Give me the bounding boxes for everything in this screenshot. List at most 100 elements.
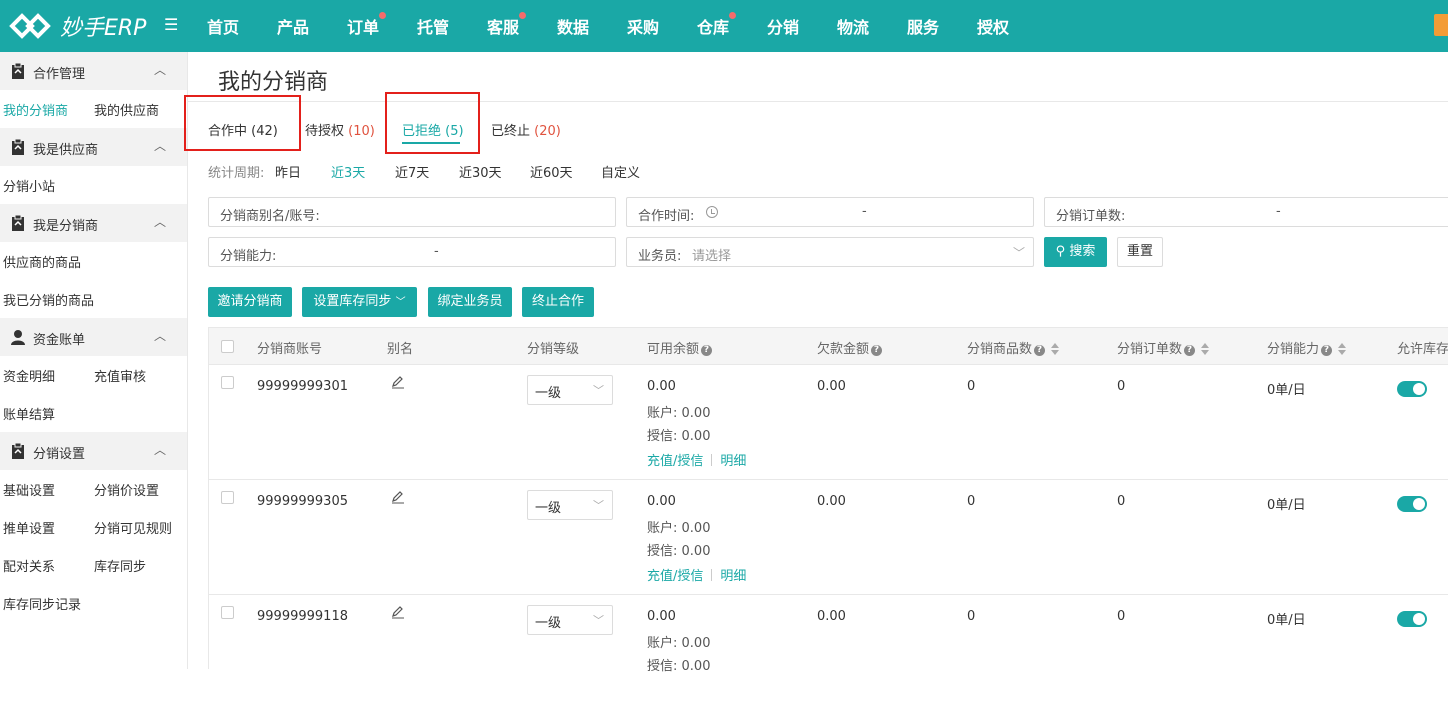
nav-data[interactable]: 数据 xyxy=(557,14,589,38)
sidebar-group-settings[interactable]: 分销设置 ︿ xyxy=(0,432,187,470)
account-cell: 99999999305 xyxy=(257,494,348,509)
allow-stock-toggle[interactable] xyxy=(1397,496,1427,512)
order-count-field[interactable]: 分销订单数: - xyxy=(1044,197,1448,227)
account-balance-line: 账户: 0.00 xyxy=(647,632,710,651)
edit-icon[interactable] xyxy=(391,490,405,504)
nav-products[interactable]: 产品 xyxy=(277,14,309,38)
period-custom[interactable]: 自定义 xyxy=(601,162,640,181)
sidebar-item-supplier-products[interactable]: 供应商的商品 xyxy=(3,252,81,271)
sidebar-item-recharge-review[interactable]: 充值审核 xyxy=(94,366,146,385)
sidebar-item-price-settings[interactable]: 分销价设置 xyxy=(94,480,159,499)
tab-pending[interactable]: 待授权 (10) xyxy=(305,120,375,139)
chevron-down-icon: ﹀ xyxy=(593,614,604,627)
help-icon[interactable]: ? xyxy=(701,345,713,356)
logo[interactable]: 妙手ERP xyxy=(8,8,146,44)
logo-icon xyxy=(9,13,51,39)
sort-icon[interactable] xyxy=(1201,343,1210,355)
nav-distribution[interactable]: 分销 xyxy=(767,14,799,38)
nav-warehouse-label: 仓库 xyxy=(697,18,730,37)
col-level: 分销等级 xyxy=(527,342,580,357)
credit-value: 0.00 xyxy=(681,544,711,559)
help-icon[interactable]: ? xyxy=(1034,345,1046,356)
reset-button[interactable]: 重置 xyxy=(1117,237,1163,267)
sidebar-group-funds[interactable]: 资金账单 ︿ xyxy=(0,318,187,356)
period-7days[interactable]: 近7天 xyxy=(395,162,429,181)
row-checkbox[interactable] xyxy=(221,606,234,619)
help-icon[interactable]: ? xyxy=(871,345,883,356)
period-yesterday[interactable]: 昨日 xyxy=(275,162,301,181)
sidebar-item-distribution-site[interactable]: 分销小站 xyxy=(3,176,55,195)
col-orders-label: 分销订单数 xyxy=(1117,342,1183,357)
sidebar-item-fund-details[interactable]: 资金明细 xyxy=(3,366,55,385)
account-value: 0.00 xyxy=(681,636,711,651)
sort-icon[interactable] xyxy=(1051,343,1060,355)
recharge-link[interactable]: 充值/授信 xyxy=(647,454,703,469)
level-select[interactable]: 一级 ﹀ xyxy=(527,490,613,520)
stock-sync-button[interactable]: 设置库存同步 ﹀ xyxy=(302,287,417,317)
nav-orders[interactable]: 订单 xyxy=(347,12,387,38)
tab-count: (10) xyxy=(348,124,375,139)
level-select[interactable]: 一级 ﹀ xyxy=(527,605,613,635)
col-orders[interactable]: 分销订单数? xyxy=(1117,338,1210,357)
row-checkbox[interactable] xyxy=(221,491,234,504)
sidebar-item-my-suppliers[interactable]: 我的供应商 xyxy=(94,100,159,119)
help-icon[interactable]: ? xyxy=(1184,345,1196,356)
sidebar-item-push-settings[interactable]: 推单设置 xyxy=(3,518,55,537)
bind-salesperson-button[interactable]: 绑定业务员 xyxy=(428,287,512,317)
account-label: 账户: xyxy=(647,406,678,421)
recharge-link[interactable]: 充值/授信 xyxy=(647,569,703,584)
sort-icon[interactable] xyxy=(1338,343,1347,355)
alias-field[interactable]: 分销商别名/账号: xyxy=(208,197,616,227)
period-60days[interactable]: 近60天 xyxy=(530,162,573,181)
search-button[interactable]: ⚲ 搜索 xyxy=(1044,237,1107,267)
sidebar-item-basic-settings[interactable]: 基础设置 xyxy=(3,480,55,499)
detail-link[interactable]: 明细 xyxy=(720,454,746,469)
level-select[interactable]: 一级 ﹀ xyxy=(527,375,613,405)
period-30days[interactable]: 近30天 xyxy=(459,162,502,181)
row-checkbox[interactable] xyxy=(221,376,234,389)
level-value: 一级 xyxy=(535,501,562,516)
col-capacity[interactable]: 分销能力? xyxy=(1267,338,1347,357)
select-all-checkbox[interactable] xyxy=(221,340,234,353)
credit-value: 0.00 xyxy=(681,659,711,674)
allow-stock-toggle[interactable] xyxy=(1397,611,1427,627)
sidebar-group-distributor[interactable]: 我是分销商 ︿ xyxy=(0,204,187,242)
invite-distributor-button[interactable]: 邀请分销商 xyxy=(208,287,292,317)
sidebar-item-my-distributors[interactable]: 我的分销商 xyxy=(3,100,68,119)
nav-service[interactable]: 客服 xyxy=(487,12,527,38)
col-products[interactable]: 分销商品数? xyxy=(967,338,1060,357)
account-cell: 99999999301 xyxy=(257,379,348,394)
menu-toggle-icon[interactable]: ☰ xyxy=(164,16,182,34)
allow-stock-toggle[interactable] xyxy=(1397,381,1427,397)
terminate-button[interactable]: 终止合作 xyxy=(522,287,594,317)
sidebar-item-distributed-products[interactable]: 我已分销的商品 xyxy=(3,290,94,309)
capacity-field[interactable]: 分销能力: - xyxy=(208,237,616,267)
tab-terminated[interactable]: 已终止 (20) xyxy=(491,120,561,139)
nav-hosting[interactable]: 托管 xyxy=(417,14,449,38)
nav-purchase[interactable]: 采购 xyxy=(627,14,659,38)
edit-icon[interactable] xyxy=(391,375,405,389)
edit-icon[interactable] xyxy=(391,605,405,619)
detail-link[interactable]: 明细 xyxy=(720,569,746,584)
help-icon[interactable]: ? xyxy=(1321,345,1333,356)
sidebar-item-pairing[interactable]: 配对关系 xyxy=(3,556,55,575)
sidebar-item-visibility-rules[interactable]: 分销可见规则 xyxy=(94,518,172,537)
sidebar-group-supplier[interactable]: 我是供应商 ︿ xyxy=(0,128,187,166)
chevron-down-icon: ﹀ xyxy=(395,297,406,308)
nav-warehouse[interactable]: 仓库 xyxy=(697,12,737,38)
period-3days[interactable]: 近3天 xyxy=(331,162,365,181)
sidebar-group-cooperation[interactable]: 合作管理 ︿ xyxy=(0,52,187,90)
user-icon xyxy=(11,330,25,345)
nav-logistics[interactable]: 物流 xyxy=(837,14,869,38)
sidebar-item-bill-settlement[interactable]: 账单结算 xyxy=(3,404,55,423)
nav-home[interactable]: 首页 xyxy=(207,14,239,38)
nav-authorization[interactable]: 授权 xyxy=(977,14,1009,38)
nav-services[interactable]: 服务 xyxy=(907,14,939,38)
salesperson-select[interactable]: 业务员: 请选择 ﹀ xyxy=(626,237,1034,267)
col-debt: 欠款金额? xyxy=(817,338,883,357)
user-avatar[interactable] xyxy=(1434,14,1448,36)
sidebar-item-stock-sync-log[interactable]: 库存同步记录 xyxy=(3,594,81,613)
sidebar-item-stock-sync[interactable]: 库存同步 xyxy=(94,556,146,575)
nav-service-label: 客服 xyxy=(487,18,520,37)
coop-time-field[interactable]: 合作时间: - xyxy=(626,197,1034,227)
